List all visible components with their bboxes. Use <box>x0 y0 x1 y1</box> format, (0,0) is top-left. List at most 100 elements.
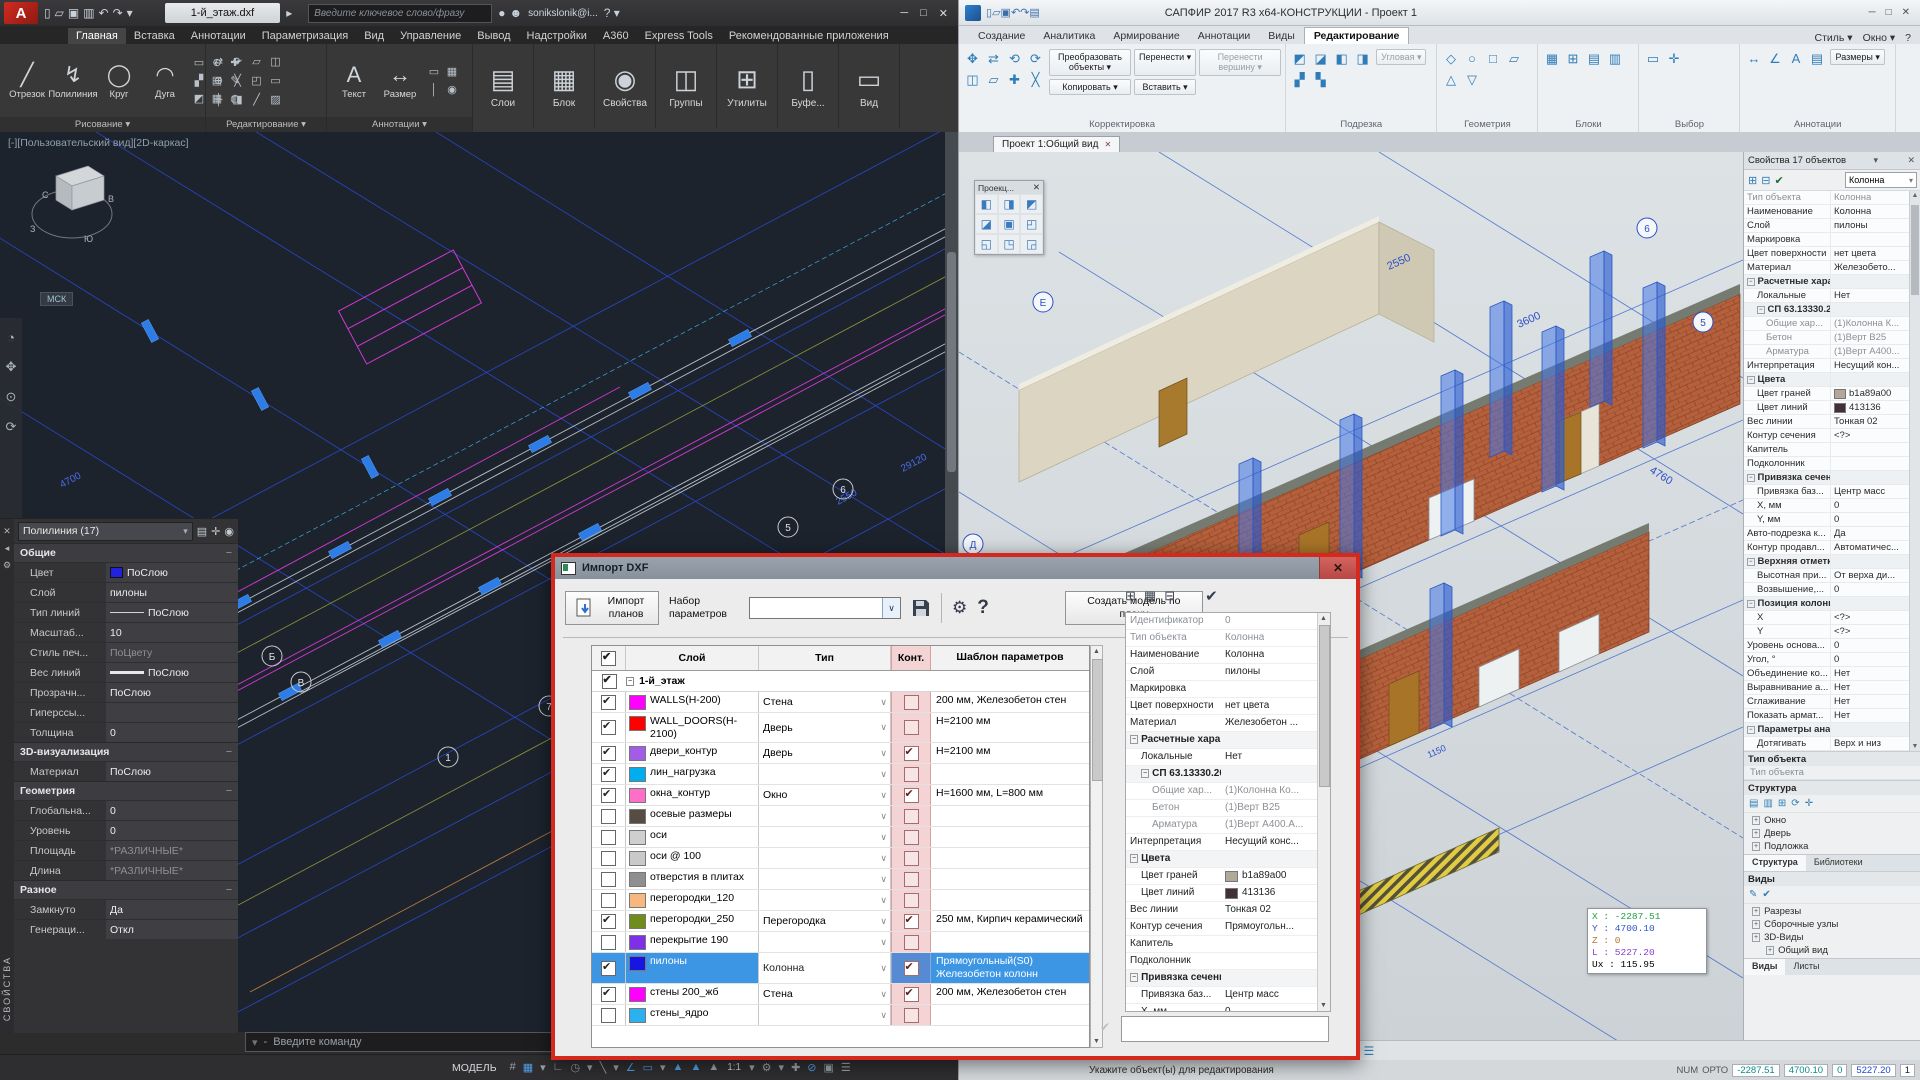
ribbon-tool-icon[interactable]: ↔ <box>1744 49 1763 68</box>
ribbon-tool-icon[interactable]: ◨ <box>1353 49 1372 68</box>
layer-checkbox[interactable] <box>601 914 616 929</box>
layer-row[interactable]: осевые размеры ∨ <box>592 806 1089 827</box>
property-row[interactable]: Локальные Нет <box>1126 749 1318 766</box>
ribbon-tool-icon[interactable]: ▽ <box>1462 70 1481 89</box>
properties-scrollbar[interactable]: ▲▼ <box>1317 613 1330 1011</box>
property-row[interactable]: Цвет поверхности нет цвета <box>1744 247 1910 261</box>
settings-icon[interactable]: ⚙ <box>3 560 11 571</box>
bottom-tool-icon[interactable]: ☰ <box>1363 1044 1374 1058</box>
ribbon-panel-button[interactable]: ▤ Слои <box>473 44 534 128</box>
property-row[interactable]: Наименование Колонна <box>1126 647 1318 664</box>
zoom-icon[interactable]: ⊙ <box>6 389 17 405</box>
property-row[interactable]: Контур сечения <?> <box>1744 429 1910 443</box>
window-control-button[interactable]: ✕ <box>933 7 954 20</box>
status-tool-icon[interactable]: ☰ <box>839 1061 853 1074</box>
floor-group-row[interactable]: 1-й_этаж <box>592 671 1089 692</box>
layer-row[interactable]: окна_контур Окно∨ H=1600 мм, L=800 мм <box>592 785 1089 806</box>
ribbon-tool-icon[interactable]: □ <box>1483 49 1502 68</box>
ribbon-tool-icon[interactable]: △ <box>1441 70 1460 89</box>
group-caption-draw[interactable]: Рисование ▾ <box>0 117 205 132</box>
edit-small-icon[interactable]: ⊕ <box>210 72 227 89</box>
template-cell[interactable]: H=2100 мм <box>931 713 1089 742</box>
property-row[interactable]: Цвет поверхности нет цвета <box>1126 698 1318 715</box>
property-row[interactable]: Общие хар... (1)Колонна Ко... <box>1126 783 1318 800</box>
edit-small-icon[interactable]: ⇄ <box>210 53 227 70</box>
draw-small-icon[interactable]: ◩ <box>191 91 207 107</box>
annot-small-icon[interactable]: ▦ <box>444 64 460 80</box>
edit-small-icon[interactable]: ┼ <box>210 91 227 108</box>
ribbon-tab[interactable]: Вставка <box>126 28 183 44</box>
ribbon-tool-icon[interactable]: ▤ <box>1584 49 1603 68</box>
property-row[interactable]: Привязка сечения <box>1744 471 1910 485</box>
panel-tab[interactable]: Листы <box>1785 959 1827 975</box>
annot-small-icon[interactable]: ▭ <box>426 64 442 80</box>
type-dropdown-cell[interactable]: ∨ <box>759 848 891 868</box>
ribbon-labeled-button[interactable]: Перенести ▾ <box>1134 49 1196 76</box>
property-row[interactable]: Маркировка <box>1126 681 1318 698</box>
ribbon-button[interactable]: ◯ Круг <box>96 62 142 100</box>
column-header-layer[interactable]: Слой <box>626 646 759 670</box>
ribbon-tool-icon[interactable]: ╳ <box>1026 70 1045 89</box>
ribbon-labeled-button[interactable]: Размеры ▾ <box>1830 49 1884 65</box>
status-toggle-icon[interactable]: ▲ <box>706 1061 721 1074</box>
property-row[interactable]: СП 63.13330.2012 <box>1744 303 1910 317</box>
layer-row[interactable]: перегородки_120 ∨ <box>592 890 1089 911</box>
structure-tool-icon[interactable]: ▥ <box>1763 798 1772 809</box>
tree-item[interactable]: Подложка <box>1744 840 1920 853</box>
status-toggle-icon[interactable]: ▾ <box>611 1061 621 1074</box>
palette-property-row[interactable]: Уровень 0 <box>14 820 238 840</box>
palette-property-row[interactable]: Длина *РАЗЛИЧНЫЕ* <box>14 860 238 880</box>
property-row[interactable]: X <?> <box>1744 611 1910 625</box>
property-row[interactable]: Слой пилоны <box>1126 664 1318 681</box>
close-view-icon[interactable]: ✕ <box>1104 140 1111 149</box>
ribbon-tool-icon[interactable]: ✛ <box>1664 49 1683 68</box>
ribbon-panel-button[interactable]: ◉ Свойства <box>595 44 656 128</box>
quick-access-icon[interactable]: ▱ <box>992 7 1000 19</box>
property-row[interactable]: Позиция колонны, мм <box>1744 597 1910 611</box>
layer-checkbox[interactable] <box>601 695 616 710</box>
ribbon-tool-icon[interactable]: ⟳ <box>1026 49 1045 68</box>
ribbon-labeled-button[interactable]: Преобразовать объекты ▾ <box>1049 49 1131 76</box>
layer-row[interactable]: лин_нагрузка ∨ <box>592 764 1089 785</box>
status-tool-icon[interactable]: ▾ <box>777 1061 787 1074</box>
type-dropdown-cell[interactable]: Перегородка∨ <box>759 911 891 931</box>
type-dropdown-cell[interactable]: ∨ <box>759 764 891 784</box>
property-row[interactable]: Капитель <box>1744 443 1910 457</box>
edit-small-icon[interactable]: ╳ <box>229 72 246 89</box>
views-tool-icon[interactable]: ✔ <box>1762 889 1770 900</box>
window-control-button[interactable]: ─ <box>1863 7 1880 18</box>
structure-tool-icon[interactable]: ⊞ <box>1778 798 1786 809</box>
property-row[interactable]: Цвет линий 413136 <box>1126 885 1318 902</box>
window-control-button[interactable]: □ <box>914 7 933 20</box>
property-row[interactable]: Показать армат... Нет <box>1744 709 1910 723</box>
ortho-flag[interactable]: ОРТО <box>1702 1065 1728 1076</box>
list-view-icon[interactable]: ▦ <box>1144 588 1156 604</box>
ribbon-tool-icon[interactable]: ▥ <box>1605 49 1624 68</box>
palette-property-row[interactable]: Материал ПоСлою <box>14 761 238 781</box>
type-dropdown-cell[interactable]: Дверь∨ <box>759 713 891 742</box>
ribbon-tab[interactable]: Аннотации <box>1189 28 1260 44</box>
close-icon[interactable]: ✕ <box>3 526 11 537</box>
window-control-button[interactable]: □ <box>1881 7 1897 18</box>
property-row[interactable]: Расчетные характеристики <box>1126 732 1318 749</box>
status-tool-icon[interactable]: ▣ <box>822 1061 836 1074</box>
structure-tool-icon[interactable]: ⟳ <box>1791 798 1799 809</box>
ribbon-panel-button[interactable]: ▦ Блок <box>534 44 595 128</box>
layer-row[interactable]: оси ∨ <box>592 827 1089 848</box>
tree-item[interactable]: 3D-Виды <box>1744 931 1920 944</box>
property-row[interactable]: X, мм 0 <box>1126 1004 1318 1012</box>
palette-section-header[interactable]: Общие <box>14 543 238 562</box>
autocad-logo-icon[interactable]: A <box>4 2 38 24</box>
parameter-set-dropdown[interactable]: ∨ <box>749 597 901 619</box>
palette-property-row[interactable]: Генераци... Откл <box>14 919 238 939</box>
tree-item[interactable]: Окно <box>1744 814 1920 827</box>
column-header-contour[interactable]: Конт. <box>891 646 931 670</box>
layer-row[interactable]: перегородки_250 Перегородка∨ 250 мм, Кир… <box>592 911 1089 932</box>
panel-tab[interactable]: Структура <box>1744 855 1806 871</box>
toggle-value-icon[interactable]: ▤ <box>197 525 207 538</box>
ribbon-tool-icon[interactable]: ✥ <box>963 49 982 68</box>
layer-checkbox[interactable] <box>601 935 616 950</box>
property-row[interactable]: Цвет граней b1a89a00 <box>1744 387 1910 401</box>
panel-tab[interactable]: Виды <box>1744 959 1785 975</box>
ribbon-tool-icon[interactable]: ✚ <box>1005 70 1024 89</box>
